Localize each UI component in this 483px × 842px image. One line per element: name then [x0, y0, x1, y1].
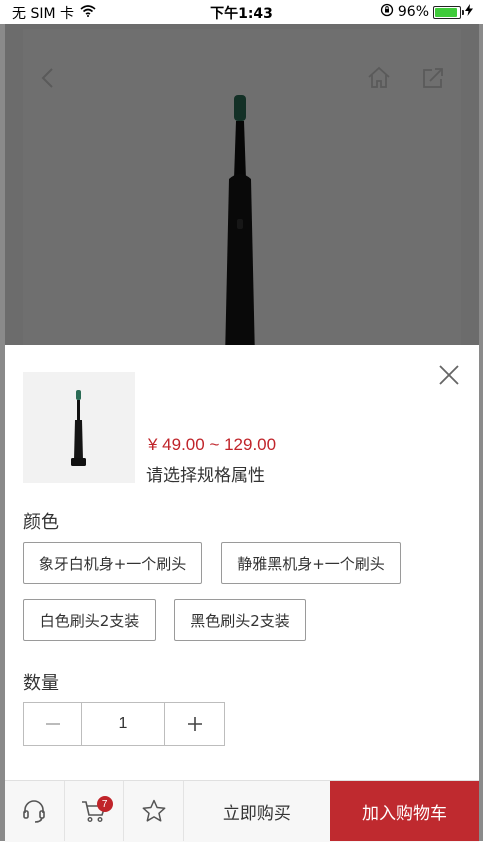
status-right: 96%: [380, 3, 473, 21]
spec-sheet: ¥ 49.00 ~ 129.00 请选择规格属性 颜色 象牙白机身+一个刷头 静…: [5, 345, 479, 841]
orientation-lock-icon: [380, 3, 394, 21]
buy-now-button[interactable]: 立即购买: [183, 781, 330, 841]
spec-hint: 请选择规格属性: [146, 466, 265, 486]
status-bar: 无 SIM 卡 下午1:43 96%: [0, 0, 483, 24]
minus-icon: [45, 723, 60, 725]
battery-percent: 96%: [397, 4, 429, 20]
color-option-black-body[interactable]: 静雅黑机身+一个刷头: [221, 542, 401, 584]
quantity-stepper: 1: [23, 702, 225, 746]
customer-service-button[interactable]: [5, 781, 65, 841]
price-range: ¥ 49.00 ~ 129.00: [148, 435, 277, 454]
cart-button[interactable]: 7: [65, 781, 125, 841]
plus-icon: [187, 717, 202, 731]
decrement-button[interactable]: [23, 702, 81, 746]
star-icon: [142, 799, 166, 822]
favorite-button[interactable]: [124, 781, 184, 841]
quantity-value[interactable]: 1: [81, 702, 165, 746]
home-icon[interactable]: [366, 65, 392, 91]
close-icon[interactable]: [437, 363, 461, 387]
increment-button[interactable]: [165, 702, 225, 746]
back-icon[interactable]: [36, 65, 62, 91]
add-to-cart-button[interactable]: 加入购物车: [329, 781, 479, 841]
headset-icon: [23, 800, 46, 823]
battery-icon: [433, 5, 464, 19]
bottom-action-bar: 7 立即购买 加入购物车: [5, 780, 479, 842]
color-label: 颜色: [23, 512, 59, 533]
dim-overlay[interactable]: [0, 24, 483, 349]
charging-icon: [465, 4, 473, 20]
quantity-label: 数量: [23, 673, 59, 694]
color-option-white-heads[interactable]: 白色刷头2支装: [23, 599, 156, 641]
dim-overlay-right: [479, 24, 483, 841]
cart-count-badge: 7: [96, 796, 113, 812]
color-option-ivory-body[interactable]: 象牙白机身+一个刷头: [23, 542, 202, 584]
share-icon[interactable]: [420, 65, 446, 91]
color-option-black-heads[interactable]: 黑色刷头2支装: [174, 599, 306, 641]
product-thumbnail: [23, 372, 135, 483]
